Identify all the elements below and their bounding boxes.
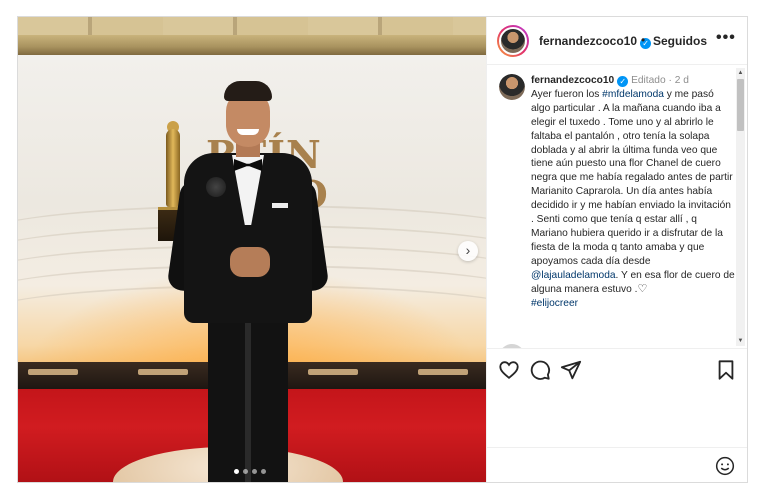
bookmark-icon <box>718 360 734 380</box>
carousel-dot <box>234 469 239 474</box>
man-pocket-square <box>272 203 288 208</box>
add-comment-bar[interactable] <box>487 447 747 482</box>
stage-light <box>28 369 78 375</box>
caption-text-part: y me pasó algo particular . A la mañana … <box>531 88 733 267</box>
username-text[interactable]: fernandezcoco10 <box>539 34 637 48</box>
caption-username[interactable]: fernandezcoco10 <box>531 75 614 86</box>
like-button[interactable] <box>498 359 520 381</box>
header-separator: • <box>641 33 646 47</box>
meta-dot: · <box>668 75 672 86</box>
comment-avatar[interactable] <box>499 74 525 100</box>
comment-button[interactable] <box>529 359 551 381</box>
heart-icon <box>499 361 519 379</box>
caption-text-part: Ayer fueron los <box>531 88 603 100</box>
more-options-icon[interactable]: ••• <box>716 29 736 47</box>
stage-light <box>418 369 468 375</box>
instagram-post-window: RTÍN RO DA <box>17 16 748 483</box>
action-bar <box>487 348 747 388</box>
post-header: fernandezcoco10 ✓ • Seguidos ••• <box>487 17 747 65</box>
carousel-dots <box>234 469 266 474</box>
comment-avatar-image <box>499 74 525 100</box>
header-username[interactable]: fernandezcoco10 ✓ <box>539 34 652 49</box>
verified-icon: ✓ <box>617 76 629 87</box>
scroll-up-arrow-icon[interactable]: ▲ <box>736 68 745 78</box>
comment-icon <box>530 360 551 380</box>
man-smile <box>237 129 259 135</box>
caption-header: fernandezcoco10 ✓ Editado · 2 d <box>531 74 735 88</box>
chevron-right-icon: › <box>465 242 471 258</box>
emoji-button[interactable] <box>715 456 735 476</box>
carousel-dot <box>261 469 266 474</box>
scroll-down-arrow-icon[interactable]: ▼ <box>736 336 745 346</box>
carousel-dot <box>252 469 257 474</box>
edited-label: Editado <box>631 75 666 86</box>
scrollbar-thumb[interactable] <box>737 79 744 131</box>
caption-time[interactable]: 2 d <box>675 75 689 86</box>
paper-plane-icon <box>560 360 582 380</box>
share-button[interactable] <box>560 359 582 381</box>
caption-text: Ayer fueron los #mfdelamoda y me pasó al… <box>531 88 735 311</box>
man-legs <box>208 317 288 482</box>
man-in-tuxedo <box>166 81 330 482</box>
post-side-panel: fernandezcoco10 ✓ • Seguidos ••• fernande… <box>486 17 747 482</box>
hashtag-link[interactable]: #elijocreer <box>531 298 578 309</box>
photo-ceiling-trim <box>18 35 486 55</box>
man-hands <box>230 247 270 277</box>
next-slide-button[interactable]: › <box>458 241 478 261</box>
hashtag-link[interactable]: #mfdelamoda <box>602 89 664 100</box>
carousel-dot <box>243 469 248 474</box>
caption: fernandezcoco10 ✓ Editado · 2 d Ayer fuer… <box>531 74 735 310</box>
man-lapel-flower <box>206 177 226 197</box>
save-button[interactable] <box>715 359 737 381</box>
post-photo[interactable]: RTÍN RO DA <box>18 17 486 482</box>
mention-link[interactable]: @lajauladelamoda <box>531 270 616 281</box>
following-button[interactable]: Seguidos <box>653 34 707 48</box>
emoji-icon <box>715 456 735 476</box>
man-hair <box>224 81 272 101</box>
heart-emoji-icon: ♡ <box>637 282 648 295</box>
comments-area[interactable]: fernandezcoco10 ✓ Editado · 2 d Ayer fuer… <box>487 66 747 348</box>
scrollbar[interactable]: ▲ ▼ <box>736 68 745 346</box>
avatar-image <box>499 27 527 55</box>
avatar[interactable] <box>497 25 529 57</box>
